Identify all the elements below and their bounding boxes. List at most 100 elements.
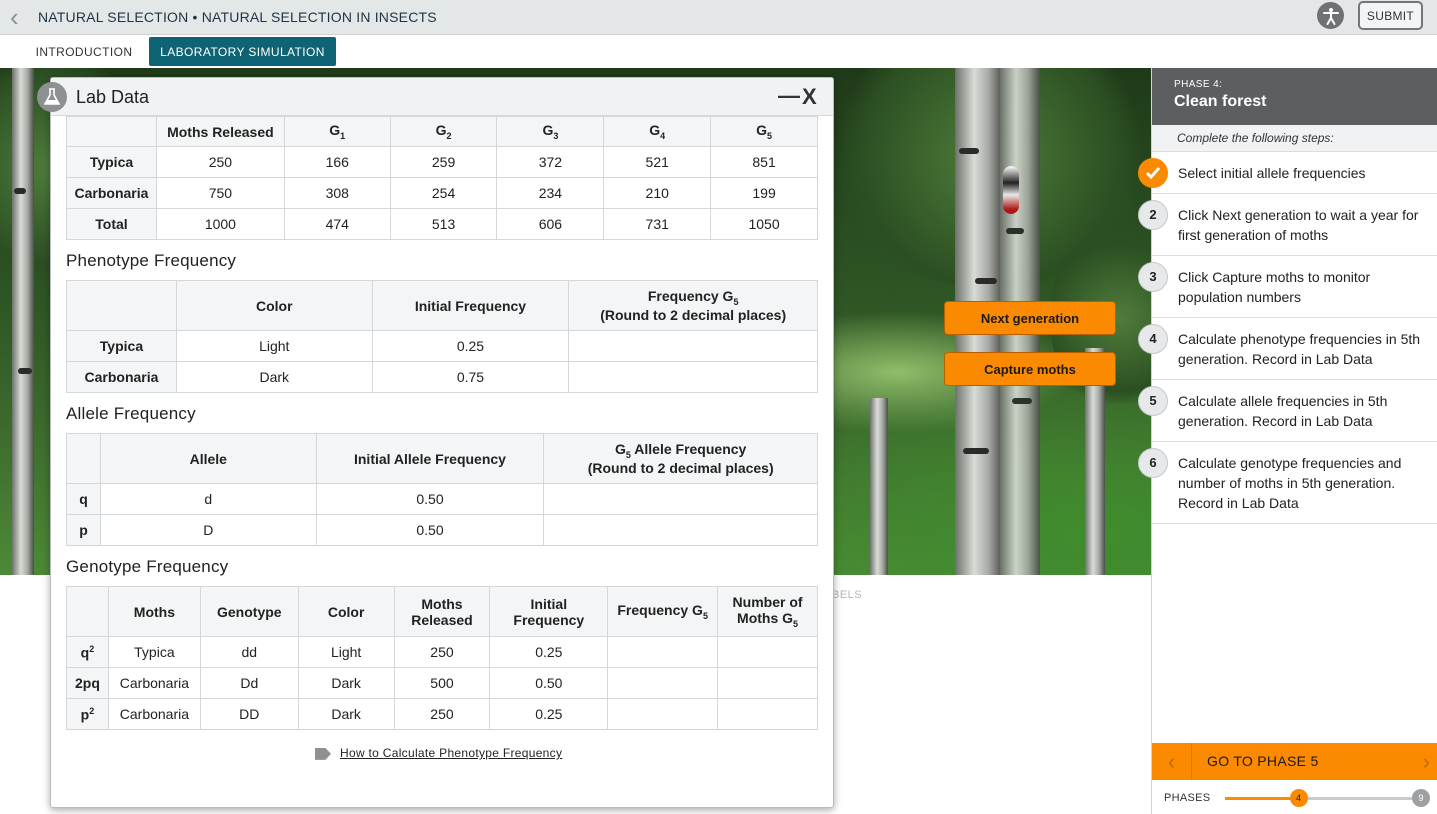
go-to-phase-bar[interactable]: ‹ GO TO PHASE 5 › [1152, 743, 1437, 780]
back-chevron-icon[interactable]: ‹ [10, 4, 28, 30]
next-generation-button[interactable]: Next generation [944, 301, 1116, 335]
step-text: Calculate phenotype frequencies in 5th g… [1178, 331, 1421, 367]
phase-slider[interactable]: 4 9 [1225, 789, 1430, 807]
row-label: p2 [66, 698, 109, 730]
capture-moths-button[interactable]: Capture moths [944, 352, 1116, 386]
tab-bar: INTRODUCTION LABORATORY SIMULATION [0, 35, 1437, 68]
step-number: 2 [1138, 200, 1168, 230]
genotype-frequency-input[interactable] [607, 698, 719, 730]
previous-phase-chevron-icon[interactable]: ‹ [1152, 743, 1192, 780]
cell: 372 [496, 146, 605, 178]
table-row: Typica Light 0.25 [66, 330, 818, 362]
labels-toggle-hint[interactable]: BELS [832, 589, 862, 601]
step-item: 3 Click Capture moths to monitor populat… [1138, 256, 1437, 318]
row-label: 2pq [66, 667, 109, 699]
row-label: p [66, 514, 101, 546]
cell: dd [199, 636, 299, 668]
step-text: Calculate genotype frequencies and numbe… [1178, 455, 1402, 511]
table-header: G5 Allele Frequency (Round to 2 decimal p… [543, 433, 818, 484]
cell: 0.75 [371, 361, 570, 393]
step-text: Select initial allele frequencies [1178, 165, 1366, 181]
phase-slider-max: 9 [1412, 789, 1430, 807]
help-link[interactable]: How to Calculate Phenotype Frequency [315, 746, 562, 760]
table-row: p2 Carbonaria DD Dark 250 0.25 [66, 698, 818, 730]
close-icon[interactable]: X [802, 84, 817, 110]
help-link-text[interactable]: How to Calculate Phenotype Frequency [340, 746, 562, 760]
table-header: Genotype [199, 586, 299, 637]
phase-number: PHASE 4: [1174, 79, 1223, 90]
cell: 0.25 [489, 636, 609, 668]
cell: Dark [297, 667, 395, 699]
table-header: G5 [710, 116, 818, 147]
cell: DD [199, 698, 299, 730]
row-label: q [66, 483, 101, 515]
phase-slider-handle[interactable]: 4 [1289, 789, 1308, 807]
cell: 308 [283, 177, 391, 209]
table-header: Frequency G5 [607, 586, 719, 637]
tab-introduction[interactable]: INTRODUCTION [27, 37, 141, 66]
table-header: Moths Released [393, 586, 491, 637]
genotype-frequency-input[interactable] [607, 667, 719, 699]
table-row: Carbonaria 750 308 254 234 210 199 [66, 177, 818, 209]
cell: Typica [107, 636, 201, 668]
woodpecker [1003, 166, 1019, 214]
phenotype-table: Color Initial Frequency Frequency G5 (Rou… [66, 280, 818, 393]
population-table: Moths Released G1 G2 G3 G4 G5 Typica 250… [66, 116, 818, 240]
top-bar: ‹ NATURAL SELECTION • NATURAL SELECTION … [0, 0, 1437, 35]
cell: 731 [603, 208, 712, 240]
tab-laboratory-simulation[interactable]: LABORATORY SIMULATION [149, 37, 336, 66]
frequency-input[interactable] [568, 330, 818, 362]
table-header: G1 [283, 116, 391, 147]
genotype-frequency-title: Genotype Frequency [66, 557, 229, 576]
birch-trunk [12, 68, 34, 575]
accessibility-icon[interactable] [1317, 2, 1344, 29]
minimize-icon[interactable]: — [778, 83, 800, 109]
moth-count-input[interactable] [717, 636, 818, 668]
cell: 210 [603, 177, 712, 209]
cell: 851 [710, 146, 818, 178]
table-row: 2pq Carbonaria Dd Dark 500 0.50 [66, 667, 818, 699]
table-header: G3 [496, 116, 605, 147]
go-to-phase-label[interactable]: GO TO PHASE 5 [1207, 753, 1319, 769]
cell: Carbonaria [107, 698, 201, 730]
row-label: Total [66, 208, 157, 240]
cell: 1000 [155, 208, 285, 240]
cell: 521 [603, 146, 712, 178]
steps-intro: Complete the following steps: [1152, 125, 1437, 152]
table-row: q d 0.50 [66, 483, 818, 515]
lab-data-window[interactable]: Lab Data — X Moths Released G1 G2 G3 G4 … [37, 77, 834, 808]
submit-button[interactable]: SUBMIT [1358, 1, 1423, 30]
cell: d [99, 483, 317, 515]
genotype-frequency-input[interactable] [607, 636, 719, 668]
row-label: Carbonaria [66, 177, 157, 209]
cell: Dark [297, 698, 395, 730]
table-header: Color [175, 280, 373, 331]
next-phase-chevron-icon[interactable]: › [1423, 743, 1430, 780]
cell: 250 [393, 636, 491, 668]
allele-frequency-input[interactable] [543, 514, 818, 546]
step-number: 4 [1138, 324, 1168, 354]
cell: Light [297, 636, 395, 668]
table-header: G4 [603, 116, 712, 147]
cell: Dark [175, 361, 373, 393]
allele-frequency-input[interactable] [543, 483, 818, 515]
table-header: Moths Released [155, 116, 285, 147]
allele-frequency-title: Allele Frequency [66, 404, 196, 423]
genotype-table: Moths Genotype Color Moths Released Initi… [66, 586, 818, 730]
table-row: Total 1000 474 513 606 731 1050 [66, 208, 818, 240]
phases-label: PHASES [1164, 792, 1211, 804]
cell: 259 [389, 146, 498, 178]
row-label: Typica [66, 330, 177, 362]
step-item: 5 Calculate allele frequencies in 5th ge… [1138, 380, 1437, 442]
table-header: Color [297, 586, 395, 637]
lab-data-header[interactable]: Lab Data — X [37, 78, 833, 116]
frequency-input[interactable] [568, 361, 818, 393]
cell: Carbonaria [107, 667, 201, 699]
moth-count-input[interactable] [717, 698, 818, 730]
cell: 250 [155, 146, 285, 178]
table-header: Frequency G5 (Round to 2 decimal places) [568, 280, 818, 331]
cell: 606 [496, 208, 605, 240]
cell: 0.25 [371, 330, 570, 362]
moth-count-input[interactable] [717, 667, 818, 699]
cell: 0.50 [315, 514, 545, 546]
